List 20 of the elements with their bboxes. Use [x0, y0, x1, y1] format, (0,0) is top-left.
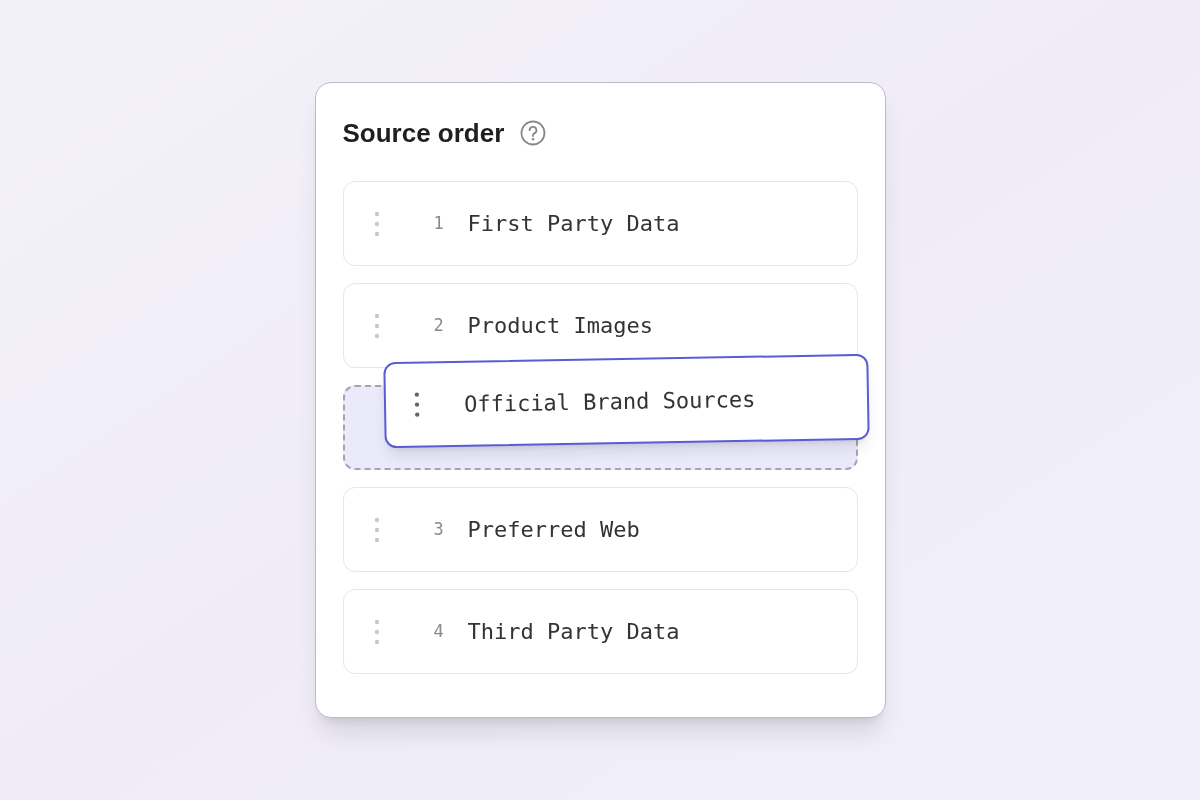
drag-handle-icon[interactable]: [373, 516, 380, 543]
item-number: 2: [432, 313, 445, 337]
source-item[interactable]: 3 Preferred Web: [342, 487, 858, 572]
item-label: Product Images: [467, 312, 653, 340]
drag-handle-icon[interactable]: [373, 210, 380, 237]
item-number: 4: [432, 619, 445, 643]
item-label: Third Party Data: [467, 618, 680, 646]
drag-handle-icon[interactable]: [413, 391, 420, 418]
source-item[interactable]: 1 First Party Data: [342, 181, 858, 266]
card-title: Source order: [342, 116, 505, 150]
drag-handle-icon[interactable]: [373, 618, 380, 645]
help-icon[interactable]: [520, 120, 547, 146]
item-label: First Party Data: [467, 210, 680, 238]
item-number: 3: [432, 517, 445, 541]
item-label: Official Brand Sources: [463, 385, 756, 419]
item-number: 1: [432, 211, 445, 235]
item-label: Preferred Web: [467, 516, 640, 544]
source-item[interactable]: 4 Third Party Data: [342, 589, 858, 674]
drag-overlay[interactable]: Official Brand Sources: [382, 353, 870, 449]
drag-handle-icon[interactable]: [373, 312, 380, 339]
